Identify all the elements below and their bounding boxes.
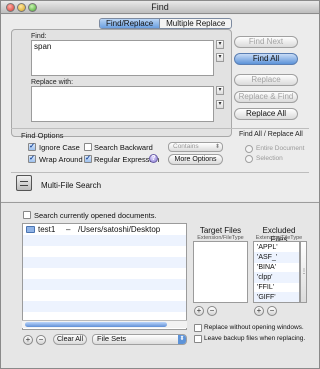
find-field[interactable]: span <box>31 40 214 76</box>
more-options-button[interactable]: More Options <box>168 154 223 165</box>
window-title: Find <box>151 2 169 12</box>
ignore-case-label: Ignore Case <box>39 143 80 152</box>
replace-without-opening-label: Replace without opening windows. <box>204 324 304 331</box>
folder-icon <box>26 226 35 233</box>
leave-backup-checkbox[interactable] <box>194 335 202 343</box>
replace-all-button[interactable]: Replace All <box>234 108 298 120</box>
folder-name: test1 <box>38 225 56 234</box>
replace-button[interactable]: Replace <box>234 74 298 86</box>
empty-row <box>23 279 186 290</box>
folder-separator: – <box>66 225 71 234</box>
find-label: Find: <box>31 33 47 40</box>
empty-row <box>23 301 186 312</box>
scrollbar-thumb[interactable] <box>25 322 167 327</box>
clear-all-button[interactable]: Clear All <box>53 334 87 345</box>
find-history-down-icon[interactable]: ▾ <box>216 40 224 49</box>
list-item[interactable]: test1 – /Users/satoshi/Desktop <box>23 224 186 235</box>
options-divider <box>11 128 309 129</box>
find-all-button[interactable]: Find All <box>234 53 298 65</box>
empty-row <box>23 246 186 257</box>
excluded-list-scrollbar[interactable]: ⋮ <box>300 241 307 303</box>
selection-label: Selection <box>256 155 283 162</box>
regular-expression-checkbox[interactable]: ✓ <box>84 155 92 163</box>
help-icon[interactable]: ? <box>149 154 158 163</box>
find-options-title: Find Options <box>21 131 64 140</box>
replace-field[interactable] <box>31 86 214 122</box>
scope-title: Find All / Replace All <box>239 131 303 138</box>
replace-label: Replace with: <box>31 79 74 86</box>
find-next-button[interactable]: Find Next <box>234 36 298 48</box>
add-target-button[interactable]: + <box>194 306 204 316</box>
find-replace-panel: Find/Replace Multiple Replace Find: span… <box>1 15 319 201</box>
target-files-title: Target Files <box>199 226 242 235</box>
remove-folder-button[interactable]: − <box>36 335 46 345</box>
list-item[interactable]: 'GIFF' <box>254 292 299 302</box>
tab-multiple-replace[interactable]: Multiple Replace <box>160 19 231 28</box>
empty-row <box>23 257 186 268</box>
multi-file-panel: Search currently opened documents. test1… <box>1 202 319 368</box>
folder-list-scrollbar[interactable] <box>22 320 187 328</box>
file-sets-select[interactable]: File Sets ⬍ <box>92 334 187 345</box>
replace-and-find-button[interactable]: Replace & Find <box>234 91 298 103</box>
replace-history-down-icon[interactable]: ▾ <box>216 86 224 95</box>
empty-row <box>23 290 186 301</box>
leave-backup-label: Leave backup files when replacing. <box>204 335 306 342</box>
search-open-docs-checkbox[interactable] <box>23 211 31 219</box>
replace-options-down-icon[interactable]: ▾ <box>216 100 224 109</box>
tab-find-replace[interactable]: Find/Replace <box>100 19 161 28</box>
find-options-down-icon[interactable]: ▾ <box>216 53 224 62</box>
search-backward-checkbox[interactable] <box>84 143 92 151</box>
folder-list[interactable]: test1 – /Users/satoshi/Desktop <box>22 223 187 330</box>
search-open-docs-label: Search currently opened documents. <box>34 211 157 220</box>
match-mode-value: Contains <box>173 143 199 150</box>
selection-radio[interactable] <box>245 155 253 163</box>
chevron-updown-icon: ⬍ <box>178 335 186 344</box>
excluded-files-list[interactable]: 'APPL' 'ASF_' 'BINA' 'clpp' 'FFIL' 'GIFF… <box>253 241 300 303</box>
replace-without-opening-checkbox[interactable] <box>194 324 202 332</box>
folder-path: /Users/satoshi/Desktop <box>78 225 161 234</box>
title-bar: Find <box>1 1 319 14</box>
multi-file-search-label: Multi-File Search <box>41 181 102 190</box>
remove-excluded-button[interactable]: − <box>267 306 277 316</box>
search-backward-label: Search Backward <box>94 143 153 152</box>
target-files-list[interactable] <box>193 241 248 303</box>
ignore-case-checkbox[interactable]: ✓ <box>28 143 36 151</box>
wrap-around-checkbox[interactable]: ✓ <box>28 155 36 163</box>
add-excluded-button[interactable]: + <box>254 306 264 316</box>
remove-target-button[interactable]: − <box>207 306 217 316</box>
mode-tabs: Find/Replace Multiple Replace <box>99 18 233 29</box>
multi-file-toggle-icon[interactable] <box>16 175 32 191</box>
wrap-around-label: Wrap Around <box>39 155 83 164</box>
chevron-updown-icon: ⬍ <box>214 144 220 150</box>
empty-row <box>23 268 186 279</box>
find-window: Find Find/Replace Multiple Replace Find:… <box>0 0 320 369</box>
match-mode-select[interactable]: Contains ⬍ <box>168 142 223 152</box>
file-sets-label: File Sets <box>97 334 127 343</box>
entire-document-label: Entire Document <box>256 145 305 152</box>
add-folder-button[interactable]: + <box>23 335 33 345</box>
empty-row <box>23 235 186 246</box>
multifile-divider <box>11 172 309 173</box>
entire-document-radio[interactable] <box>245 145 253 153</box>
